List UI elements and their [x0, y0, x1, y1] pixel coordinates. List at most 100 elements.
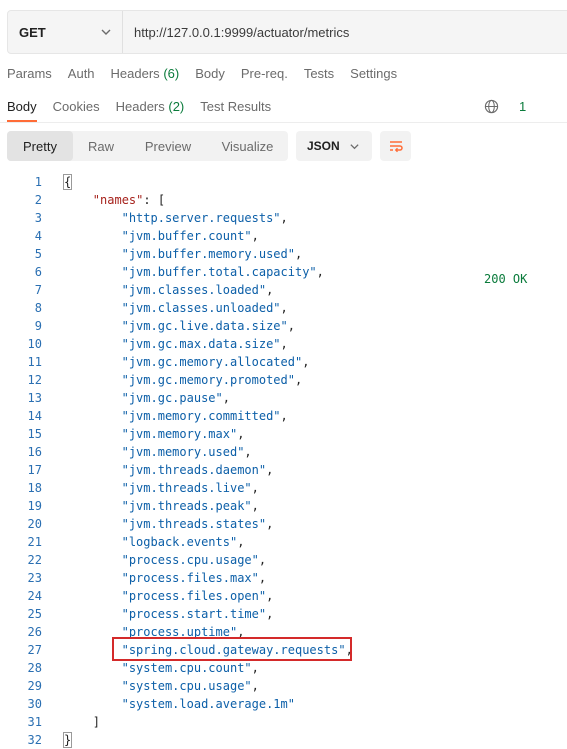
json-string-value: "jvm.gc.live.data.size" — [121, 319, 288, 333]
json-string-value: "jvm.classes.loaded" — [121, 283, 267, 297]
json-string-value: "jvm.buffer.total.capacity" — [121, 265, 317, 279]
method-label: GET — [19, 24, 46, 40]
method-select[interactable]: GET — [8, 11, 123, 53]
view-mode-preview[interactable]: Preview — [129, 131, 207, 161]
json-string-value: "jvm.gc.memory.allocated" — [121, 355, 303, 369]
code-line-value: 20 "jvm.threads.states", — [0, 515, 567, 533]
highlight-box — [112, 637, 352, 661]
response-body-viewer[interactable]: 1{2 "names": [3 "http.server.requests", 4 "j… — [0, 173, 567, 749]
code-text: "names": [ — [92, 193, 166, 207]
tab-auth[interactable]: Auth — [68, 66, 95, 81]
line-number: 5 — [34, 247, 42, 261]
json-key: "names" — [92, 193, 144, 207]
line-number: 25 — [27, 607, 42, 621]
code-line-value: 22 "process.cpu.usage", — [0, 551, 567, 569]
tabs-divider — [0, 122, 567, 123]
json-string-value: "system.cpu.count" — [121, 661, 252, 675]
line-number: 9 — [34, 319, 42, 333]
globe-icon[interactable] — [484, 99, 499, 114]
url-input[interactable]: http://127.0.0.1:9999/actuator/metrics — [123, 11, 349, 53]
tab-params[interactable]: Params — [7, 66, 52, 81]
code-line-value: 29 "system.cpu.usage", — [0, 677, 567, 695]
line-number: 17 — [27, 463, 42, 477]
code-text: "jvm.gc.memory.allocated", — [121, 355, 310, 369]
response-time[interactable]: 1 — [519, 99, 526, 114]
tab-tests[interactable]: Tests — [304, 66, 334, 81]
code-text: "jvm.gc.pause", — [121, 391, 230, 405]
line-number: 10 — [27, 337, 42, 351]
code-text: "jvm.classes.unloaded", — [121, 301, 288, 315]
code-line-value: 6 "jvm.buffer.total.capacity", — [0, 263, 567, 281]
code-line-value: 17 "jvm.threads.daemon", — [0, 461, 567, 479]
json-string-value: "system.load.average.1m" — [121, 697, 295, 711]
code-text: "process.files.open", — [121, 589, 274, 603]
code-line-value: 12 "jvm.gc.memory.promoted", — [0, 371, 567, 389]
code-line-value: 18 "jvm.threads.live", — [0, 479, 567, 497]
json-string-value: "logback.events" — [121, 535, 238, 549]
json-string-value: "jvm.threads.live" — [121, 481, 252, 495]
request-url-bar: GET http://127.0.0.1:9999/actuator/metri… — [7, 10, 567, 54]
line-number: 29 — [27, 679, 42, 693]
format-select[interactable]: JSON — [296, 131, 372, 161]
code-line-value: 15 "jvm.memory.max", — [0, 425, 567, 443]
json-string-value: "jvm.threads.states" — [121, 517, 267, 531]
code-line-value: 23 "process.files.max", — [0, 569, 567, 587]
code-line-value: 21 "logback.events", — [0, 533, 567, 551]
tab-label: Headers — [115, 99, 165, 114]
code-line-value: 3 "http.server.requests", — [0, 209, 567, 227]
code-line-value: 16 "jvm.memory.used", — [0, 443, 567, 461]
json-string-value: "jvm.threads.daemon" — [121, 463, 267, 477]
code-text: "jvm.memory.used", — [121, 445, 252, 459]
code-text: "process.start.time", — [121, 607, 274, 621]
view-mode-visualize[interactable]: Visualize — [207, 131, 288, 161]
code-text: "jvm.memory.committed", — [121, 409, 288, 423]
tab-response-body[interactable]: Body — [7, 99, 37, 122]
wrap-lines-button[interactable] — [380, 131, 411, 161]
json-string-value: "system.cpu.usage" — [121, 679, 252, 693]
chevron-down-icon — [350, 143, 359, 149]
json-string-value: "jvm.gc.pause" — [121, 391, 223, 405]
code-line-value: 4 "jvm.buffer.count", — [0, 227, 567, 245]
tab-cookies[interactable]: Cookies — [53, 99, 100, 114]
line-number: 27 — [27, 643, 42, 657]
code-line-value: 19 "jvm.threads.peak", — [0, 497, 567, 515]
code-line-close-brace: 32} — [0, 731, 567, 749]
line-number: 12 — [27, 373, 42, 387]
json-string-value: "process.files.max" — [121, 571, 259, 585]
headers-count: (6) — [163, 66, 180, 81]
view-mode-pretty[interactable]: Pretty — [7, 131, 73, 161]
code-text: "http.server.requests", — [121, 211, 288, 225]
code-line-value: 24 "process.files.open", — [0, 587, 567, 605]
tab-settings[interactable]: Settings — [350, 66, 397, 81]
code-text: "jvm.buffer.total.capacity", — [121, 265, 324, 279]
code-line-value: 11 "jvm.gc.memory.allocated", — [0, 353, 567, 371]
json-string-value: "jvm.memory.committed" — [121, 409, 281, 423]
tab-body[interactable]: Body — [195, 66, 225, 81]
json-string-value: "jvm.memory.max" — [121, 427, 238, 441]
line-number: 3 — [34, 211, 42, 225]
json-string-value: "process.start.time" — [121, 607, 267, 621]
line-number: 32 — [27, 733, 42, 747]
code-text: } — [62, 732, 73, 748]
tab-label: Headers — [110, 66, 160, 81]
tab-request-headers[interactable]: Headers (6) — [111, 66, 180, 81]
line-number: 6 — [34, 265, 42, 279]
code-line-value: 9 "jvm.gc.live.data.size", — [0, 317, 567, 335]
line-number: 7 — [34, 283, 42, 297]
line-number: 11 — [27, 355, 42, 369]
code-line-value: 7 "jvm.classes.loaded", — [0, 281, 567, 299]
tab-response-headers[interactable]: Headers (2) — [116, 99, 185, 114]
line-number: 1 — [34, 175, 42, 189]
code-text: "system.load.average.1m" — [122, 695, 295, 713]
tab-pre-request[interactable]: Pre-req. — [241, 66, 288, 81]
json-string-value: "jvm.gc.max.data.size" — [121, 337, 281, 351]
json-string-value: "jvm.gc.memory.promoted" — [121, 373, 295, 387]
code-text: "jvm.gc.memory.promoted", — [121, 373, 303, 387]
format-label: JSON — [307, 139, 340, 153]
code-text: { — [62, 174, 73, 190]
view-mode-raw[interactable]: Raw — [73, 131, 129, 161]
code-text: "jvm.threads.daemon", — [121, 463, 274, 477]
line-number: 13 — [27, 391, 42, 405]
tab-test-results[interactable]: Test Results — [200, 99, 271, 114]
headers-count: (2) — [168, 99, 185, 114]
